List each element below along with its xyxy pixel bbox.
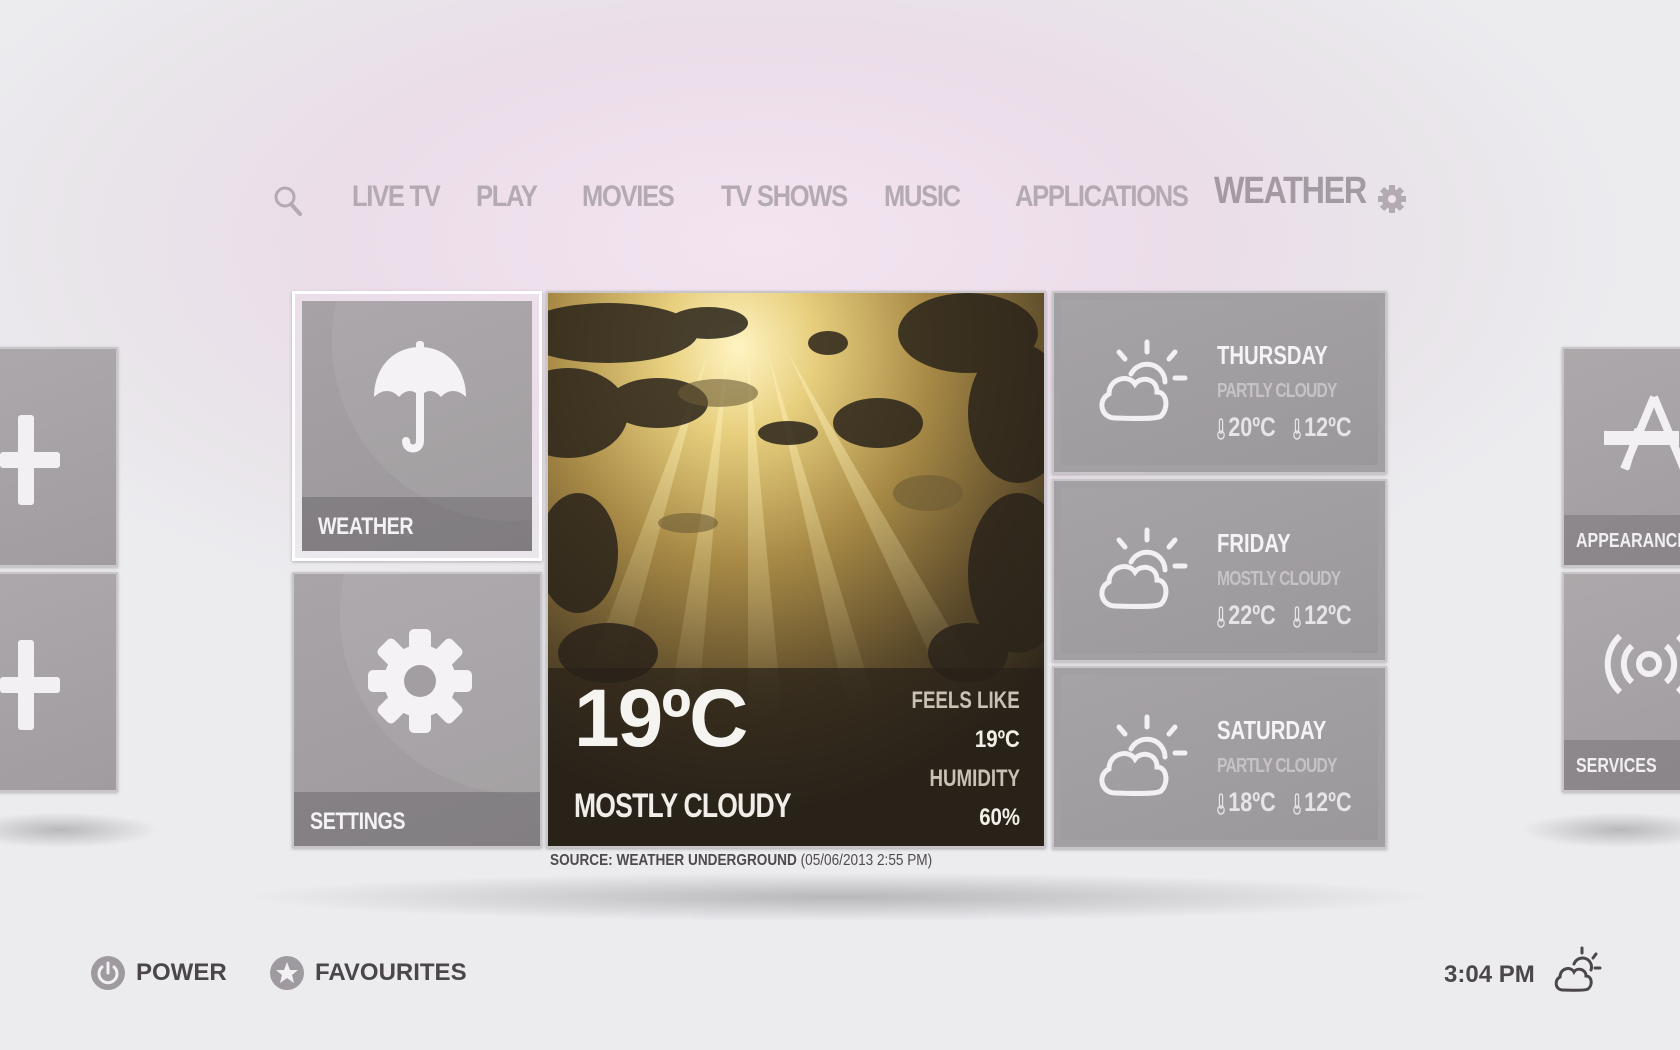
thermometer-icon: [1217, 418, 1225, 440]
current-condition: MOSTLY CLOUDY: [574, 787, 792, 825]
source-timestamp: (05/06/2013 2:55 PM): [800, 852, 933, 869]
forecast-low: 12ºC: [1304, 412, 1352, 442]
forecast-tile-inner: FRIDAY MOSTLY CLOUDY 22ºC 12ºC: [1061, 488, 1378, 653]
weather-tile[interactable]: WEATHER: [292, 291, 542, 561]
forecast-temps: 18ºC 12ºC: [1217, 787, 1352, 818]
forecast-tile[interactable]: SATURDAY PARTLY CLOUDY 18ºC 12ºC: [1052, 666, 1387, 849]
nav-item-music[interactable]: MUSIC: [884, 180, 961, 214]
main-menu: LIVE TV PLAY MOVIES TV SHOWS MUSIC APPLI…: [0, 168, 1680, 228]
forecast-low: 12ºC: [1304, 600, 1352, 630]
thermometer-icon: [1217, 793, 1225, 815]
favourites-label: FAVOURITES: [315, 959, 467, 986]
current-weather-card[interactable]: 19ºC MOSTLY CLOUDY FEELS LIKE 19ºC HUMID…: [546, 291, 1046, 848]
gear-icon[interactable]: [1377, 184, 1407, 214]
favourites-button[interactable]: FAVOURITES: [269, 955, 479, 991]
source-label: SOURCE: WEATHER UNDERGROUND: [550, 852, 797, 869]
weather-tile-inner: WEATHER: [302, 301, 532, 551]
forecast-temps: 20ºC 12ºC: [1217, 412, 1352, 443]
nav-item-live-tv[interactable]: LIVE TV: [352, 180, 441, 214]
current-temperature: 19ºC: [574, 673, 748, 764]
nav-item-play[interactable]: PLAY: [476, 180, 538, 214]
forecast-day: SATURDAY: [1217, 715, 1327, 745]
feels-like-value: 19ºC: [975, 726, 1020, 753]
services-label: SERVICES: [1576, 755, 1657, 777]
power-label: POWER: [136, 959, 227, 986]
clock: 3:04 PM: [1444, 961, 1535, 988]
forecast-high: 22ºC: [1228, 600, 1276, 630]
forecast-temps: 22ºC 12ºC: [1217, 600, 1352, 631]
gear-icon: [368, 629, 472, 733]
forecast-tile[interactable]: FRIDAY MOSTLY CLOUDY 22ºC 12ºC: [1052, 479, 1387, 662]
weather-tile-label: WEATHER: [318, 513, 414, 540]
thermometer-icon: [1293, 793, 1301, 815]
plus-icon: [0, 640, 60, 730]
humidity-value: 60%: [979, 804, 1020, 831]
umbrella-icon: [374, 341, 466, 453]
power-icon: [91, 956, 125, 990]
feels-like-label: FEELS LIKE: [911, 687, 1020, 714]
weather-source: SOURCE: WEATHER UNDERGROUND (05/06/2013 …: [550, 852, 932, 870]
forecast-tile-inner: THURSDAY PARTLY CLOUDY 20ºC 12ºC: [1061, 300, 1378, 465]
star-icon: [270, 956, 304, 990]
nav-item-weather[interactable]: WEATHER: [1214, 170, 1367, 213]
forecast-condition: PARTLY CLOUDY: [1217, 380, 1337, 402]
forecast-day: FRIDAY: [1217, 528, 1291, 558]
appearance-label: APPEARANCE: [1576, 530, 1680, 552]
humidity-label: HUMIDITY: [929, 765, 1020, 792]
forecast-tile-inner: SATURDAY PARTLY CLOUDY 18ºC 12ºC: [1061, 675, 1378, 840]
partly-cloudy-icon: [1099, 714, 1188, 796]
partly-cloudy-icon[interactable]: [1552, 946, 1602, 994]
thermometer-icon: [1293, 418, 1301, 440]
services-tile[interactable]: SERVICES: [1562, 572, 1680, 792]
forecast-tile[interactable]: THURSDAY PARTLY CLOUDY 20ºC 12ºC: [1052, 291, 1387, 474]
settings-tile[interactable]: SETTINGS: [292, 572, 542, 848]
plus-icon: [0, 415, 60, 505]
forecast-low: 12ºC: [1304, 787, 1352, 817]
thermometer-icon: [1293, 606, 1301, 628]
partly-cloudy-icon: [1099, 339, 1188, 421]
forecast-condition: PARTLY CLOUDY: [1217, 755, 1337, 777]
nav-item-movies[interactable]: MOVIES: [582, 180, 675, 214]
forecast-high: 18ºC: [1228, 787, 1276, 817]
appearance-icon: [1604, 395, 1680, 471]
add-tile-top[interactable]: [0, 347, 118, 567]
settings-tile-label: SETTINGS: [310, 808, 406, 835]
add-tile-bottom[interactable]: [0, 572, 118, 792]
partly-cloudy-icon: [1099, 527, 1188, 609]
appearance-tile[interactable]: APPEARANCE: [1562, 347, 1680, 567]
floor-shadow: [1520, 812, 1680, 848]
broadcast-icon: [1604, 633, 1680, 695]
forecast-day: THURSDAY: [1217, 340, 1328, 370]
forecast-condition: MOSTLY CLOUDY: [1217, 568, 1341, 590]
nav-item-applications[interactable]: APPLICATIONS: [1015, 180, 1189, 214]
thermometer-icon: [1217, 606, 1225, 628]
forecast-high: 20ºC: [1228, 412, 1276, 442]
power-button[interactable]: POWER: [90, 955, 230, 991]
floor-shadow: [0, 812, 160, 848]
nav-item-tv-shows[interactable]: TV SHOWS: [721, 180, 848, 214]
search-icon[interactable]: [272, 184, 304, 218]
floor-shadow: [240, 872, 1440, 922]
